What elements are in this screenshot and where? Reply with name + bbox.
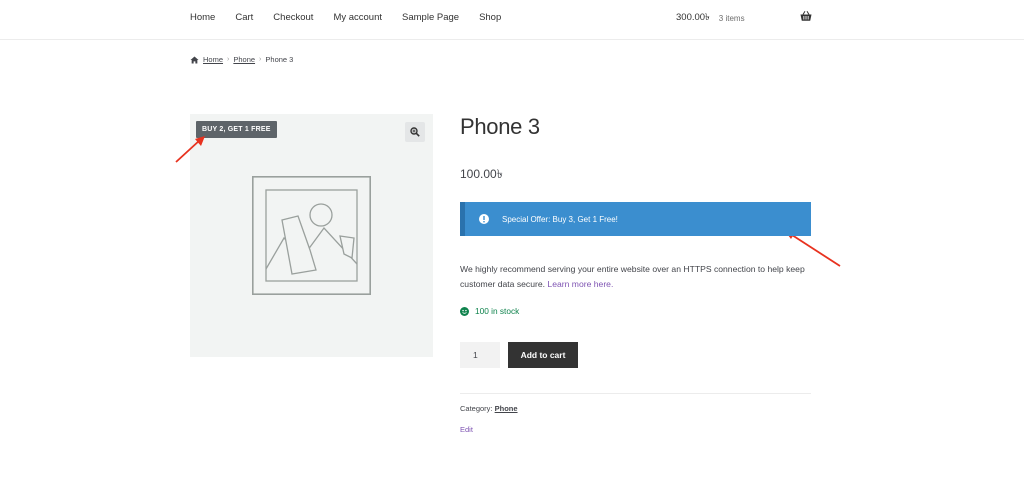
nav-sample-page[interactable]: Sample Page (402, 12, 459, 23)
product-description: We highly recommend serving your entire … (460, 262, 820, 292)
breadcrumb-separator: › (259, 56, 262, 63)
info-icon (479, 214, 489, 224)
header-cart-link[interactable]: 300.00৳ 3 items (676, 11, 745, 26)
basket-icon[interactable] (800, 10, 812, 22)
nav-shop[interactable]: Shop (479, 12, 501, 23)
primary-nav: Home Cart Checkout My account Sample Pag… (190, 0, 521, 34)
notice-text: Special Offer: Buy 3, Get 1 Free! (502, 214, 618, 224)
annotation-arrow-badge (175, 136, 205, 163)
stock-text: 100 in stock (475, 306, 520, 316)
image-placeholder-icon (252, 176, 371, 295)
edit-link[interactable]: Edit (460, 425, 473, 434)
category-link[interactable]: Phone (495, 404, 518, 413)
product-gallery[interactable]: BUY 2, GET 1 FREE (190, 114, 433, 357)
special-offer-notice: Special Offer: Buy 3, Get 1 Free! (460, 202, 811, 236)
cart-total: 300.00৳ (676, 12, 710, 23)
add-to-cart-button[interactable]: Add to cart (508, 342, 578, 368)
product-price: 100.00৳ (460, 167, 503, 181)
breadcrumb: Home › Phone › Phone 3 (190, 55, 293, 64)
breadcrumb-home[interactable]: Home (203, 55, 223, 64)
breadcrumb-current: Phone 3 (265, 55, 294, 64)
zoom-button[interactable] (405, 122, 425, 142)
product-title: Phone 3 (460, 114, 540, 139)
nav-cart[interactable]: Cart (235, 12, 253, 23)
smiley-icon (460, 306, 469, 316)
nav-my-account[interactable]: My account (333, 12, 382, 23)
nav-checkout[interactable]: Checkout (273, 12, 313, 23)
nav-home[interactable]: Home (190, 12, 215, 23)
divider (460, 393, 811, 394)
home-icon (190, 55, 199, 64)
learn-more-link[interactable]: Learn more here. (547, 279, 613, 289)
category-label: Category: (460, 404, 493, 413)
site-header: Home Cart Checkout My account Sample Pag… (0, 0, 1024, 40)
breadcrumb-separator: › (227, 56, 230, 63)
description-text: We highly recommend serving your entire … (460, 264, 805, 289)
stock-status: 100 in stock (460, 306, 519, 316)
product-meta: Category: Phone (460, 404, 518, 413)
breadcrumb-category[interactable]: Phone (233, 55, 255, 64)
cart-count: 3 items (718, 14, 745, 23)
quantity-input[interactable] (460, 342, 500, 368)
zoom-icon (410, 127, 420, 137)
